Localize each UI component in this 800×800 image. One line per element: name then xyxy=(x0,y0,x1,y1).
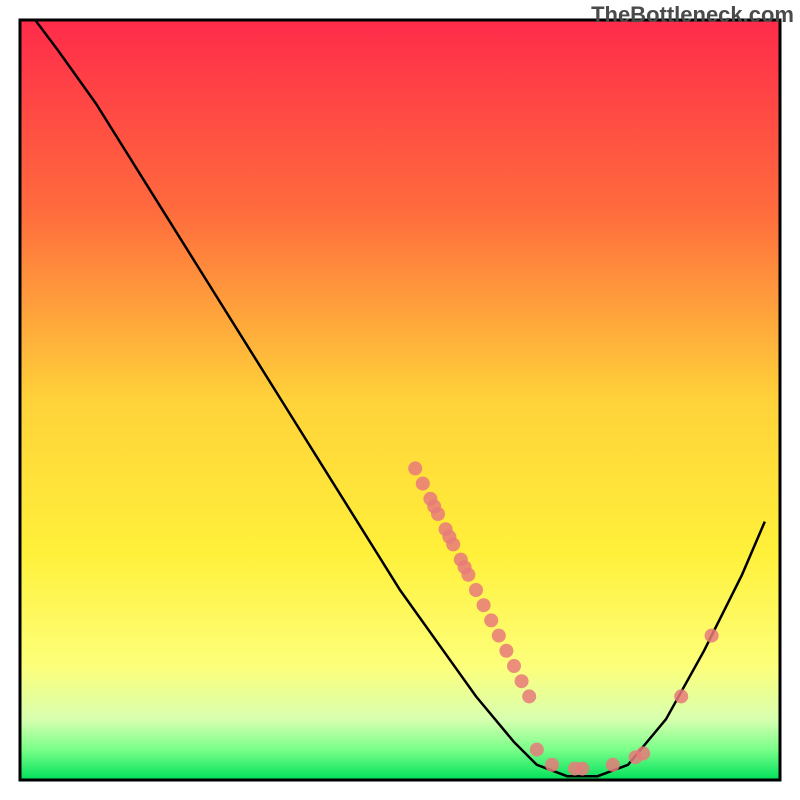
data-point xyxy=(416,477,430,491)
data-point xyxy=(477,598,491,612)
data-point xyxy=(674,689,688,703)
data-point xyxy=(499,644,513,658)
data-point xyxy=(446,537,460,551)
data-point xyxy=(431,507,445,521)
data-point xyxy=(705,629,719,643)
data-point xyxy=(484,613,498,627)
data-point xyxy=(636,746,650,760)
data-point xyxy=(461,568,475,582)
chart-background xyxy=(20,20,780,780)
data-point xyxy=(469,583,483,597)
data-point xyxy=(606,758,620,772)
data-point xyxy=(507,659,521,673)
data-point xyxy=(522,689,536,703)
watermark-text: TheBottleneck.com xyxy=(591,2,794,28)
bottleneck-chart: TheBottleneck.com xyxy=(0,0,800,800)
data-point xyxy=(492,629,506,643)
data-point xyxy=(545,758,559,772)
data-point xyxy=(408,461,422,475)
data-point xyxy=(515,674,529,688)
chart-svg xyxy=(0,0,800,800)
data-point xyxy=(575,762,589,776)
data-point xyxy=(530,743,544,757)
